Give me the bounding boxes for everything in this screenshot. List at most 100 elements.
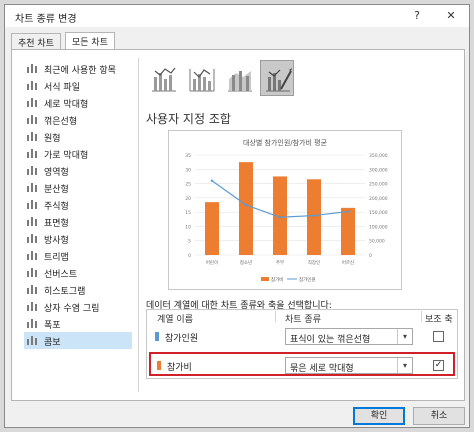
sidebar-item[interactable]: 표면형 — [24, 213, 132, 230]
chart-title: 대상별 참가인원/참가비 평균 — [243, 138, 328, 147]
sidebar-item[interactable]: 방사형 — [24, 230, 132, 247]
clustered-column-line-icon — [152, 67, 176, 92]
y-tick-label: 10 — [185, 224, 191, 230]
line-chart-icon — [26, 114, 38, 124]
series-color-swatch — [157, 361, 161, 370]
sidebar-item[interactable]: 원형 — [24, 128, 132, 145]
tab-all-charts[interactable]: 모든 차트 — [65, 32, 115, 50]
sidebar-item[interactable]: 영역형 — [24, 162, 132, 179]
sidebar-item[interactable]: 폭포 — [24, 315, 132, 332]
chevron-down-icon[interactable]: ▾ — [397, 358, 412, 373]
bar-chart-icon — [26, 148, 38, 158]
sidebar-item-label: 영역형 — [44, 168, 69, 178]
sidebar-item[interactable]: 꺾은선형 — [24, 111, 132, 128]
x-tick-label: 직장인 — [308, 259, 320, 266]
secondary-axis-checkbox[interactable]: ✓ — [433, 360, 444, 371]
change-chart-type-dialog: 차트 종류 변경 ? ✕ 추천 차트 모든 차트 최근에 사용한 항목서식 파일… — [4, 4, 470, 428]
series-editor-table: 계열 이름 차트 종류 보조 축 참가인원 표식이 있는 꺾은선형 ▾ 참가비 … — [146, 309, 458, 379]
dialog-title: 차트 종류 변경 — [15, 14, 77, 25]
treemap-icon — [26, 250, 38, 260]
sidebar-item[interactable]: 세로 막대형 — [24, 94, 132, 111]
scatter-chart-icon — [26, 182, 38, 192]
bar — [239, 162, 253, 255]
sidebar-item-label: 선버스트 — [44, 270, 78, 280]
tab-recommended-charts[interactable]: 추천 차트 — [11, 33, 61, 49]
secondary-axis-checkbox[interactable] — [433, 331, 444, 342]
sidebar-item[interactable]: 최근에 사용한 항목 — [24, 60, 132, 77]
series-name: 참가인원 — [165, 334, 199, 344]
y2-tick-label: 250,000 — [369, 182, 388, 188]
section-title: 사용자 지정 조합 — [146, 112, 231, 126]
legend-label-fee: 참가비 — [271, 276, 283, 283]
sidebar-item-label: 폭포 — [44, 321, 61, 331]
y-tick-label: 30 — [185, 167, 191, 173]
stacked-area-column-icon — [228, 71, 252, 92]
x-tick-label: 어르신 — [342, 259, 354, 266]
sidebar-item[interactable]: 서식 파일 — [24, 77, 132, 94]
clustered-column-line-secondary-icon — [189, 69, 215, 92]
custom-combo-icon — [266, 68, 292, 92]
chart-preview: 대상별 참가인원/참가비 평균 0 5 10 15 20 25 30 35 0 50,000 100… — [168, 130, 402, 290]
combo-chart-icon — [26, 335, 38, 345]
y-tick-label: 5 — [188, 239, 191, 245]
sidebar-item[interactable]: 분산형 — [24, 179, 132, 196]
area-chart-icon — [26, 165, 38, 175]
sidebar-item[interactable]: 가로 막대형 — [24, 145, 132, 162]
column-chart-icon — [26, 97, 38, 107]
cancel-button[interactable]: 취소 — [413, 407, 465, 425]
y2-tick-label: 300,000 — [369, 167, 388, 173]
bar — [307, 179, 321, 255]
legend-label-participants: 참가인원 — [299, 276, 316, 283]
series-row-fee: 참가비 묶은 세로 막대형 ▾ ✓ — [149, 352, 455, 376]
line-point — [278, 216, 282, 219]
all-charts-panel: 최근에 사용한 항목서식 파일세로 막대형꺾은선형 원형 가로 막대형영역형분산형주… — [11, 49, 465, 401]
box-whisker-icon — [26, 301, 38, 311]
sidebar-item-label: 콤보 — [44, 338, 61, 348]
chevron-down-icon[interactable]: ▾ — [397, 329, 412, 344]
sidebar-item-label: 방사형 — [44, 236, 69, 246]
stock-chart-icon — [26, 199, 38, 209]
combo-type-stacked-area-column[interactable] — [222, 60, 256, 96]
series-row-participants: 참가인원 표식이 있는 꺾은선형 ▾ — [149, 325, 455, 349]
sidebar-item-label: 세로 막대형 — [44, 100, 89, 110]
x-tick-label: 어린이 — [206, 259, 218, 266]
sidebar-item-label: 분산형 — [44, 185, 69, 195]
combo-type-clustered-column-line[interactable] — [146, 60, 180, 96]
chart-type-select[interactable]: 묶은 세로 막대형 ▾ — [285, 357, 413, 374]
sidebar-item-label: 히스토그램 — [44, 287, 86, 297]
header-chart-type: 차트 종류 — [285, 315, 321, 325]
y-tick-label: 25 — [185, 182, 191, 188]
legend-swatch-fee — [261, 277, 269, 281]
ok-button[interactable]: 확인 — [353, 407, 405, 425]
y2-tick-label: 50,000 — [369, 239, 385, 245]
y2-tick-label: 150,000 — [369, 210, 388, 216]
x-tick-label: 주부 — [276, 260, 284, 266]
title-bar: 차트 종류 변경 ? ✕ — [5, 5, 469, 27]
chart-category-list: 최근에 사용한 항목서식 파일세로 막대형꺾은선형 원형 가로 막대형영역형분산형주… — [24, 60, 134, 398]
sidebar-item[interactable]: 선버스트 — [24, 264, 132, 281]
y-tick-label: 15 — [185, 210, 191, 216]
sidebar-item-label: 상자 수염 그림 — [44, 304, 100, 314]
y-tick-label: 0 — [188, 253, 191, 259]
combo-chart-preview: 대상별 참가인원/참가비 평균 0 5 10 15 20 25 30 35 0 50,000 100… — [185, 138, 388, 283]
header-separator — [275, 311, 276, 322]
line-point — [312, 214, 316, 217]
chart-type-select[interactable]: 표식이 있는 꺾은선형 ▾ — [285, 328, 413, 345]
combo-type-custom[interactable] — [260, 60, 294, 96]
close-button[interactable]: ✕ — [443, 8, 459, 24]
bar — [205, 202, 219, 255]
sidebar-item[interactable]: 콤보 — [24, 332, 132, 349]
y2-tick-label: 350,000 — [369, 153, 388, 159]
header-series-name: 계열 이름 — [157, 315, 193, 325]
combo-type-column-line-secondary[interactable] — [184, 60, 218, 96]
help-button[interactable]: ? — [409, 8, 425, 24]
sidebar-item-label: 꺾은선형 — [44, 117, 78, 127]
sidebar-item[interactable]: 상자 수염 그림 — [24, 298, 132, 315]
surface-chart-icon — [26, 216, 38, 226]
folder-icon — [26, 80, 38, 90]
sidebar-item[interactable]: 히스토그램 — [24, 281, 132, 298]
sidebar-item[interactable]: 주식형 — [24, 196, 132, 213]
sidebar-item[interactable]: 트리맵 — [24, 247, 132, 264]
sidebar-item-label: 주식형 — [44, 202, 69, 212]
sidebar-item-label: 서식 파일 — [44, 83, 80, 93]
